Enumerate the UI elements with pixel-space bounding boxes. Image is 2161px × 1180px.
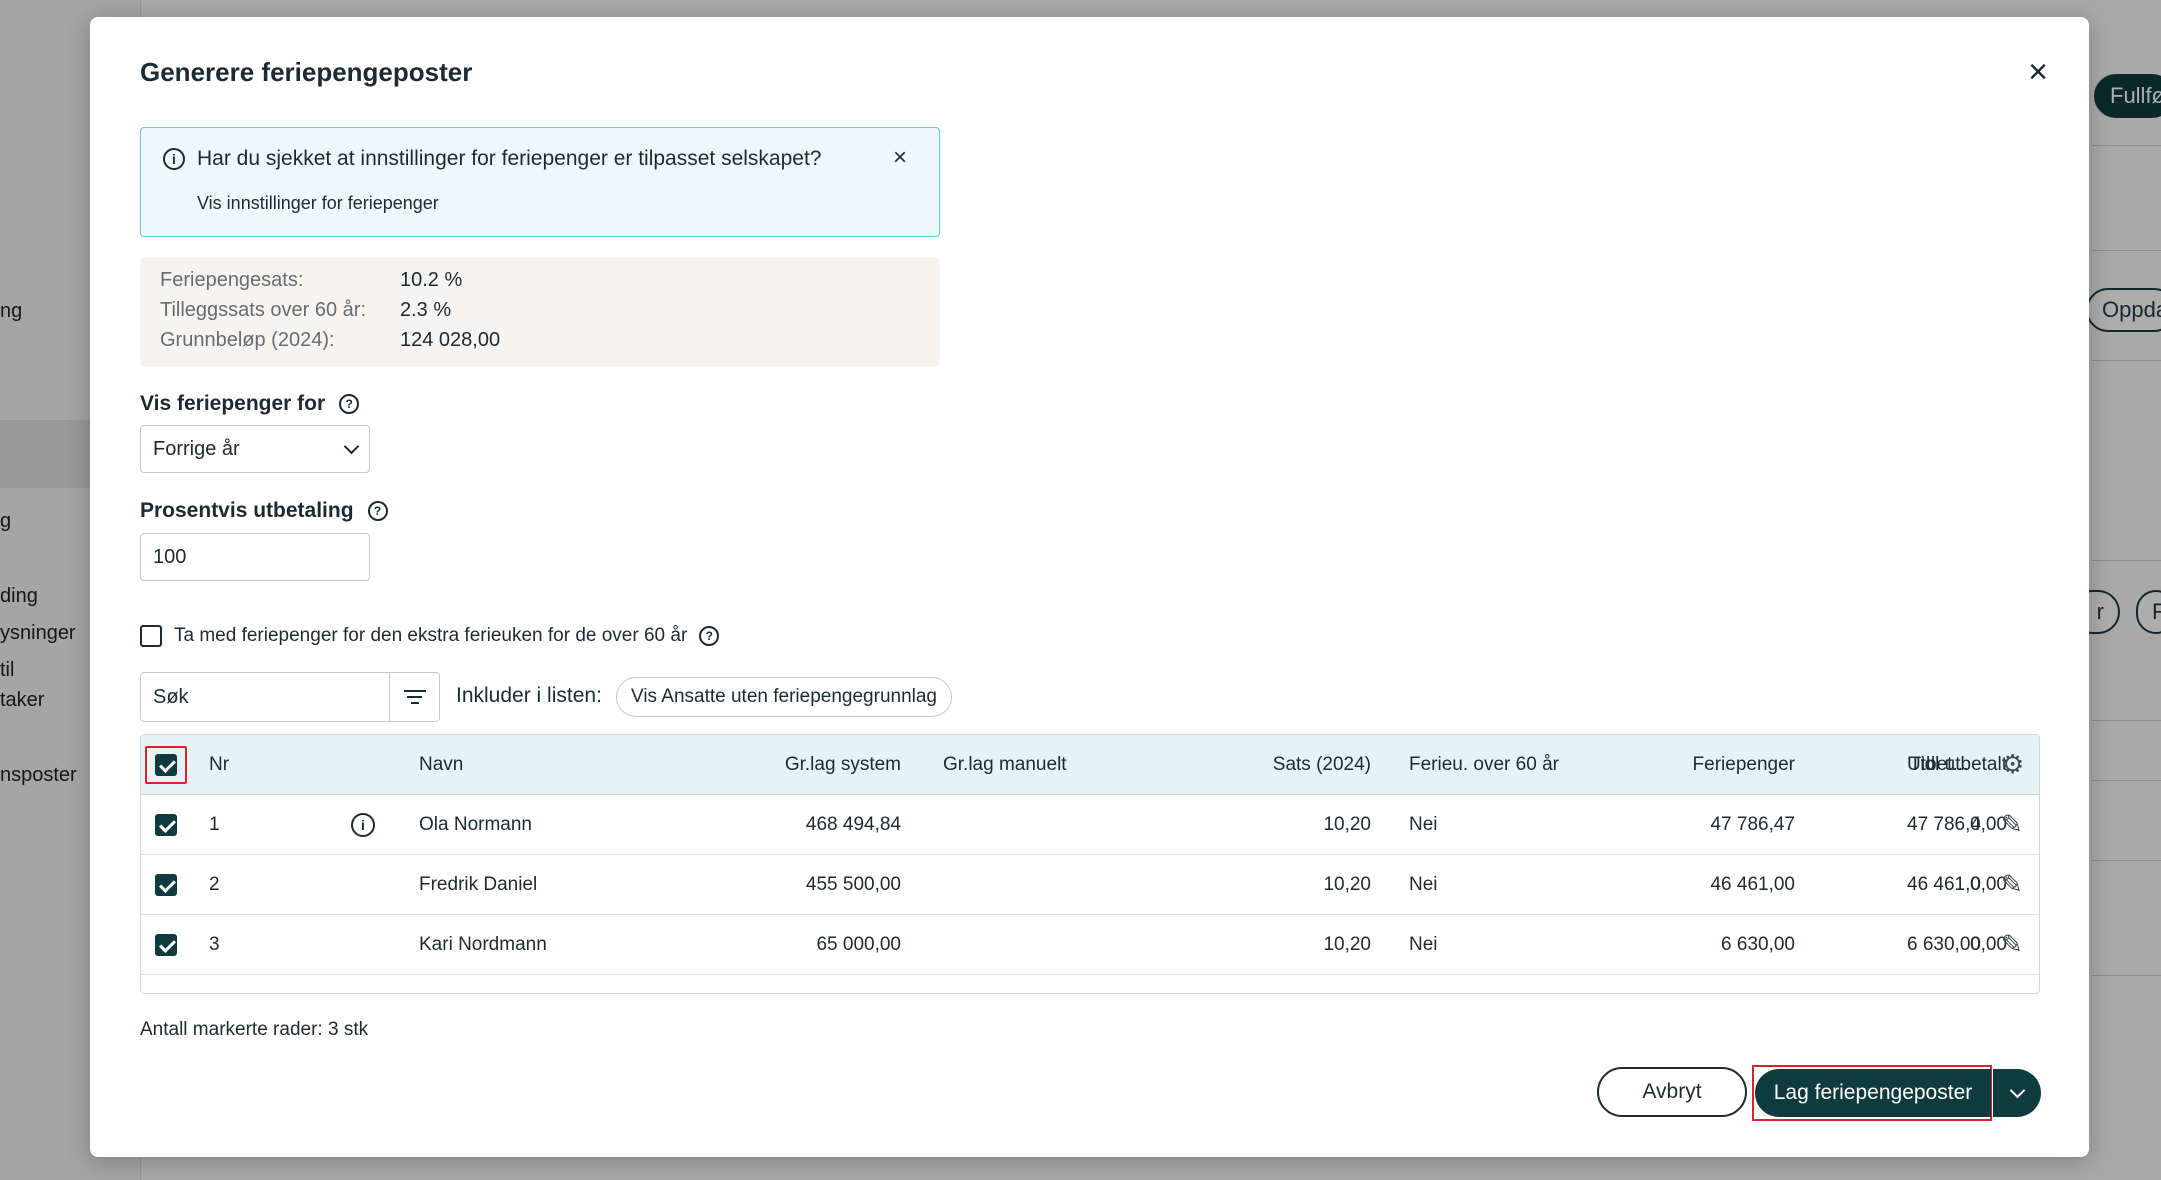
rates-summary: Feriepengesats: 10.2 % Tilleggssats over… xyxy=(140,257,940,367)
table-row[interactable]: 2 Fredrik Daniel 455 500,00 10,20 Nei 46 461,… xyxy=(141,855,2039,915)
column-header-nr[interactable]: Nr xyxy=(209,735,289,794)
column-header-base-manual[interactable]: Gr.lag manuelt xyxy=(943,735,1163,794)
cell-nr: 1 xyxy=(209,813,220,835)
column-header-holiday-pay[interactable]: Feriepenger xyxy=(1641,735,1795,794)
search-input[interactable]: Søk xyxy=(141,673,389,721)
cell-rate: 10,20 xyxy=(1323,873,1371,895)
cell-payout: 6 630,00 xyxy=(1907,933,1981,955)
rate-row: Feriepengesats: 10.2 % xyxy=(160,269,462,292)
edit-icon[interactable]: ✎ xyxy=(2001,855,2031,914)
info-banner-text: Har du sjekket at innstillinger for feri… xyxy=(197,147,822,170)
row-checkbox[interactable] xyxy=(155,933,177,956)
table-header: Nr Navn Gr.lag system Gr.lag manuelt Sat… xyxy=(141,735,2039,795)
row-checkbox[interactable] xyxy=(155,813,177,836)
row-checkbox[interactable] xyxy=(155,873,177,896)
column-header-payout[interactable]: Utbet... xyxy=(1907,735,1983,794)
row-select-cell xyxy=(155,915,185,974)
selected-row-count-label: Antall markerte rader: xyxy=(140,1019,323,1040)
cell-rate: 10,20 xyxy=(1323,813,1371,835)
dialog-title: Generere feriepengeposter xyxy=(140,57,473,87)
percent-payout-label-text: Prosentvis utbetaling xyxy=(140,499,354,522)
row-select-cell xyxy=(155,795,185,854)
column-header-rate[interactable]: Sats (2024) xyxy=(1171,735,1371,794)
cell-base-system: 455 500,00 xyxy=(805,873,901,895)
create-holiday-pay-button[interactable]: Lag feriepengeposter xyxy=(1755,1069,1991,1117)
cell-base-system: 65 000,00 xyxy=(816,933,901,955)
info-banner: i Har du sjekket at innstillinger for fe… xyxy=(140,127,940,237)
cell-name: Fredrik Daniel xyxy=(419,873,538,895)
rate-value: 2.3 % xyxy=(400,299,452,321)
extra-week-option: Ta med feriepenger for den ekstra ferieu… xyxy=(140,625,720,647)
column-header-name[interactable]: Navn xyxy=(419,735,619,794)
rate-label: Feriepengesats: xyxy=(160,269,304,291)
employee-table: Nr Navn Gr.lag system Gr.lag manuelt Sat… xyxy=(140,734,2040,994)
holiday-pay-dialog: Generere feriepengeposter × i Har du sje… xyxy=(90,17,2089,1157)
help-icon[interactable]: ? xyxy=(367,501,388,521)
table-row[interactable]: i 1 Ola Normann 468 494,84 10,20 Nei 47 786,47… xyxy=(141,795,2039,855)
select-all-checkbox[interactable] xyxy=(155,753,177,776)
extra-week-label: Ta med feriepenger for den ekstra ferieu… xyxy=(174,625,688,646)
cell-base-system: 468 494,84 xyxy=(805,813,901,835)
rate-value: 10.2 % xyxy=(400,269,463,291)
search-box: Søk xyxy=(140,672,440,722)
show-for-select[interactable]: Forrige år xyxy=(140,425,370,473)
cell-over60: Nei xyxy=(1409,873,1438,895)
percent-payout-label: Prosentvis utbetaling ? xyxy=(140,499,388,523)
cancel-button[interactable]: Avbryt xyxy=(1597,1067,1747,1117)
percent-payout-input[interactable]: 100 xyxy=(140,533,370,581)
cell-payout: 47 786,4 xyxy=(1907,813,1981,835)
show-for-label: Vis feriepenger for ? xyxy=(140,392,360,416)
more-options-button[interactable] xyxy=(1993,1069,2041,1117)
chevron-down-icon xyxy=(343,438,360,454)
cell-payout: 46 461,0 xyxy=(1907,873,1981,895)
edit-icon[interactable]: ✎ xyxy=(2001,915,2031,974)
info-icon[interactable]: i xyxy=(351,812,375,837)
include-label: Inkluder i listen: xyxy=(456,684,602,707)
filter-icon[interactable] xyxy=(389,673,439,721)
gear-icon[interactable]: ⚙ xyxy=(2001,735,2031,794)
rate-label: Grunnbeløp (2024): xyxy=(160,329,335,351)
cell-over60: Nei xyxy=(1409,813,1438,835)
column-header-base-system[interactable]: Gr.lag system xyxy=(661,735,901,794)
selected-row-count: Antall markerte rader: 3 stk xyxy=(140,1019,368,1041)
rate-row: Tilleggssats over 60 år: 2.3 % xyxy=(160,299,451,322)
table-row[interactable]: 3 Kari Nordmann 65 000,00 10,20 Nei 6 630,00 0… xyxy=(141,915,2039,975)
cell-holiday-pay: 6 630,00 xyxy=(1721,933,1795,955)
extra-week-checkbox[interactable] xyxy=(140,625,162,647)
chevron-down-icon xyxy=(2009,1082,2025,1098)
cell-base-manual xyxy=(943,915,1163,974)
row-info-cell: i xyxy=(351,795,381,854)
edit-icon[interactable]: ✎ xyxy=(2001,795,2031,854)
cell-rate: 10,20 xyxy=(1323,933,1371,955)
include-employees-chip[interactable]: Vis Ansatte uten feriepengegrunnlag xyxy=(616,677,952,717)
cell-base-manual xyxy=(943,855,1163,914)
cell-nr: 2 xyxy=(209,873,220,895)
info-icon: i xyxy=(163,148,185,170)
cell-base-manual xyxy=(943,795,1163,854)
cell-nr: 3 xyxy=(209,933,220,955)
cell-holiday-pay: 47 786,47 xyxy=(1710,813,1795,835)
cell-name: Kari Nordmann xyxy=(419,933,547,955)
help-icon[interactable]: ? xyxy=(699,626,720,646)
help-icon[interactable]: ? xyxy=(339,394,360,414)
rate-value: 124 028,00 xyxy=(400,329,501,351)
selected-row-count-value: 3 stk xyxy=(327,1019,369,1040)
close-icon[interactable]: × xyxy=(2020,55,2056,91)
row-select-cell xyxy=(155,855,185,914)
rate-row: Grunnbeløp (2024): 124 028,00 xyxy=(160,329,500,352)
select-all-cell xyxy=(155,735,185,794)
show-for-selected: Forrige år xyxy=(153,437,240,460)
cell-holiday-pay: 46 461,00 xyxy=(1710,873,1795,895)
show-for-label-text: Vis feriepenger for xyxy=(140,392,326,415)
cell-over60: Nei xyxy=(1409,933,1438,955)
close-icon[interactable]: × xyxy=(893,144,907,172)
holiday-settings-link[interactable]: Vis innstillinger for feriepenger xyxy=(197,193,439,214)
column-header-over60[interactable]: Ferieu. over 60 år xyxy=(1409,735,1629,794)
cell-name: Ola Normann xyxy=(419,813,532,835)
rate-label: Tilleggssats over 60 år: xyxy=(160,299,367,321)
